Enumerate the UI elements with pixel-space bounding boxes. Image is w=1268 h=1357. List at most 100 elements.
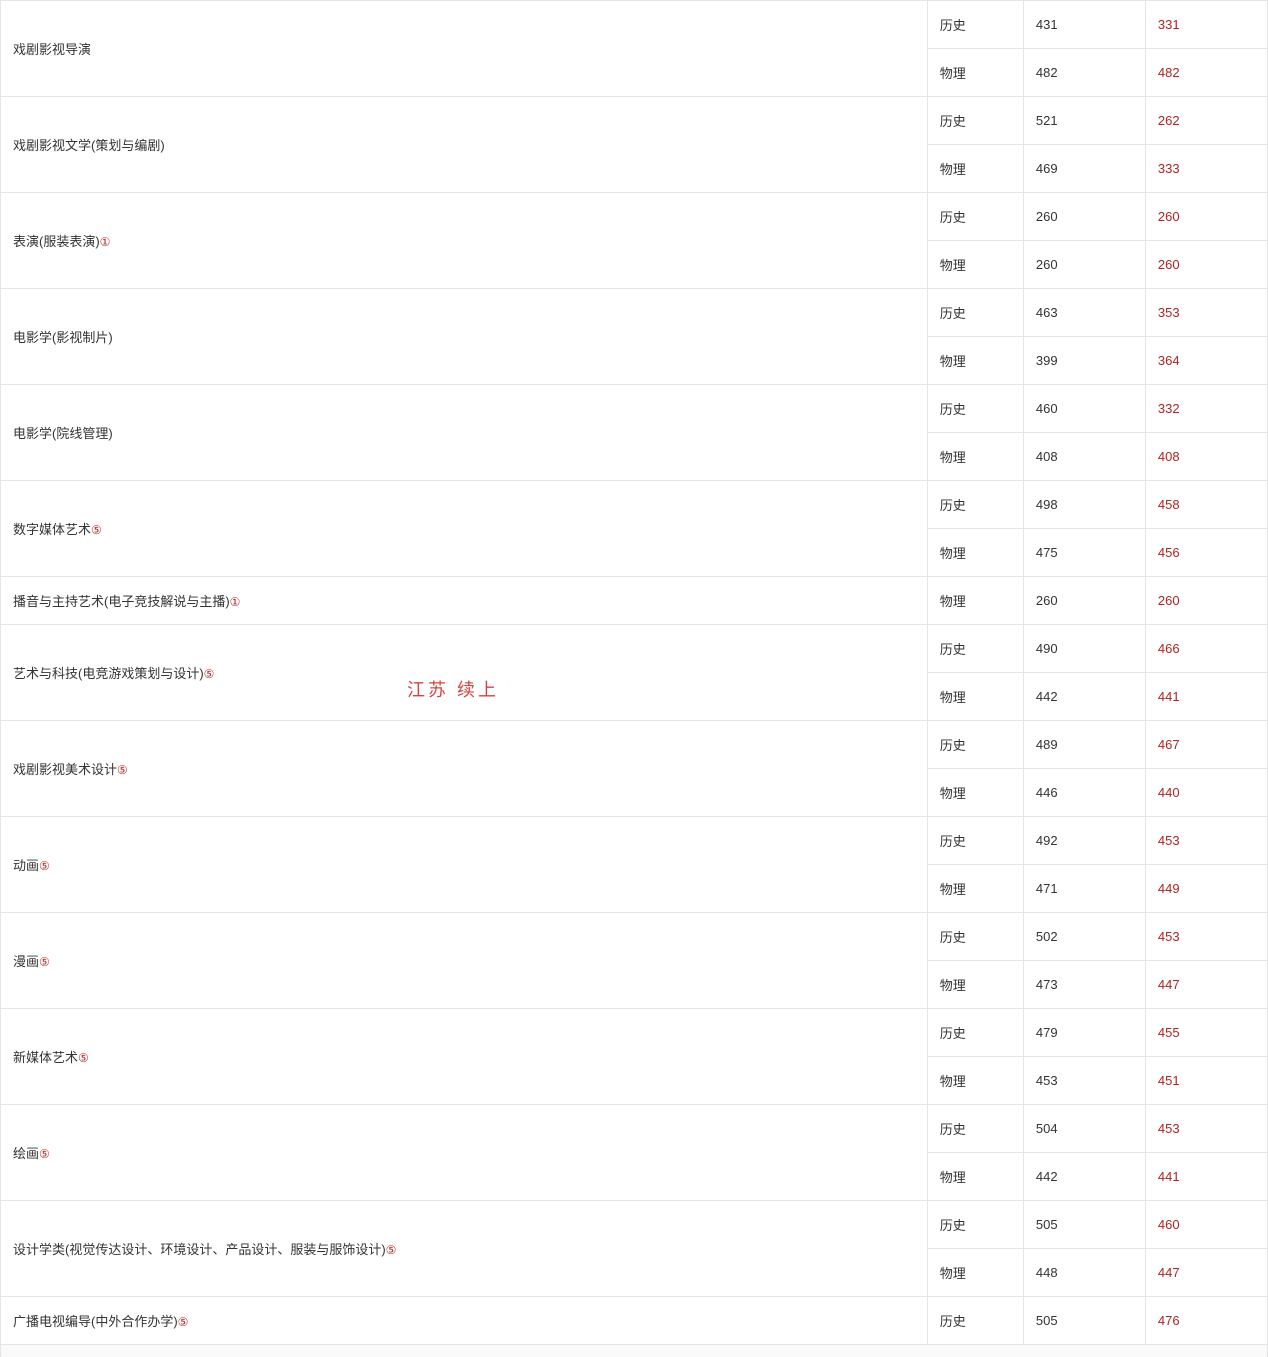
table-row: 表演(服装表演)①历史260260 <box>1 193 1268 241</box>
major-cell: 表演(服装表演)① <box>1 193 928 289</box>
major-cell: 动画⑤ <box>1 817 928 913</box>
subject-cell: 物理 <box>927 1057 1023 1105</box>
major-cell: 艺术与科技(电竞游戏策划与设计)⑤ <box>1 625 928 721</box>
subject-cell: 历史 <box>927 385 1023 433</box>
major-cell: 广播电视编导(中外合作办学)⑤ <box>1 1297 928 1345</box>
score1-cell: 446 <box>1023 769 1145 817</box>
footnote-marker: ⑤ <box>39 1147 50 1161</box>
score2-cell: 447 <box>1145 1249 1267 1297</box>
subject-cell: 历史 <box>927 193 1023 241</box>
score2-cell: 441 <box>1145 1153 1267 1201</box>
subject-cell: 物理 <box>927 1249 1023 1297</box>
major-cell: 戏剧影视导演 <box>1 1 928 97</box>
subject-cell: 历史 <box>927 1 1023 49</box>
score2-cell: 451 <box>1145 1057 1267 1105</box>
footnote-marker: ⑤ <box>39 955 50 969</box>
table-row: 电影学(影视制片)历史463353 <box>1 289 1268 337</box>
score1-cell: 260 <box>1023 577 1145 625</box>
score2-cell: 449 <box>1145 865 1267 913</box>
major-name: 播音与主持艺术(电子竞技解说与主播) <box>13 594 230 609</box>
score2-cell: 260 <box>1145 577 1267 625</box>
score2-cell: 262 <box>1145 97 1267 145</box>
score1-cell: 492 <box>1023 817 1145 865</box>
subject-cell: 历史 <box>927 913 1023 961</box>
scores-table: 戏剧影视导演历史431331物理482482戏剧影视文学(策划与编剧)历史521… <box>0 0 1268 1345</box>
score2-cell: 440 <box>1145 769 1267 817</box>
score2-cell: 476 <box>1145 1297 1267 1345</box>
score2-cell: 458 <box>1145 481 1267 529</box>
score2-cell: 441 <box>1145 673 1267 721</box>
major-name: 艺术与科技(电竞游戏策划与设计) <box>13 666 204 681</box>
subject-cell: 物理 <box>927 49 1023 97</box>
subject-cell: 历史 <box>927 1297 1023 1345</box>
footnote-marker: ⑤ <box>117 763 128 777</box>
table-row: 数字媒体艺术⑤历史498458 <box>1 481 1268 529</box>
major-name: 绘画 <box>13 1146 39 1161</box>
score2-cell: 260 <box>1145 193 1267 241</box>
subject-cell: 物理 <box>927 241 1023 289</box>
subject-cell: 物理 <box>927 961 1023 1009</box>
major-name: 戏剧影视美术设计 <box>13 762 117 777</box>
major-name: 戏剧影视文学(策划与编剧) <box>13 138 165 153</box>
score2-cell: 260 <box>1145 241 1267 289</box>
subject-cell: 物理 <box>927 145 1023 193</box>
subject-cell: 历史 <box>927 817 1023 865</box>
subject-cell: 物理 <box>927 865 1023 913</box>
table-row: 新媒体艺术⑤历史479455 <box>1 1009 1268 1057</box>
score1-cell: 521 <box>1023 97 1145 145</box>
score1-cell: 490 <box>1023 625 1145 673</box>
major-name: 设计学类(视觉传达设计、环境设计、产品设计、服装与服饰设计) <box>13 1242 386 1257</box>
major-cell: 电影学(院线管理) <box>1 385 928 481</box>
subject-cell: 物理 <box>927 433 1023 481</box>
score1-cell: 502 <box>1023 913 1145 961</box>
score2-cell: 467 <box>1145 721 1267 769</box>
score2-cell: 466 <box>1145 625 1267 673</box>
subject-cell: 历史 <box>927 1009 1023 1057</box>
subject-cell: 历史 <box>927 481 1023 529</box>
score2-cell: 460 <box>1145 1201 1267 1249</box>
major-name: 新媒体艺术 <box>13 1050 78 1065</box>
major-cell: 漫画⑤ <box>1 913 928 1009</box>
score1-cell: 408 <box>1023 433 1145 481</box>
table-row: 戏剧影视文学(策划与编剧)历史521262 <box>1 97 1268 145</box>
major-name: 电影学(院线管理) <box>13 426 113 441</box>
score2-cell: 453 <box>1145 1105 1267 1153</box>
score1-cell: 260 <box>1023 241 1145 289</box>
footnote-marker: ① <box>230 595 241 609</box>
subject-cell: 历史 <box>927 97 1023 145</box>
major-name: 电影学(影视制片) <box>13 330 113 345</box>
score1-cell: 260 <box>1023 193 1145 241</box>
score2-cell: 453 <box>1145 913 1267 961</box>
footnote-marker: ① <box>100 235 111 249</box>
score1-cell: 453 <box>1023 1057 1145 1105</box>
table-row: 艺术与科技(电竞游戏策划与设计)⑤历史490466 <box>1 625 1268 673</box>
score1-cell: 471 <box>1023 865 1145 913</box>
major-cell: 戏剧影视文学(策划与编剧) <box>1 97 928 193</box>
score1-cell: 479 <box>1023 1009 1145 1057</box>
subject-cell: 物理 <box>927 529 1023 577</box>
score1-cell: 475 <box>1023 529 1145 577</box>
subject-cell: 历史 <box>927 289 1023 337</box>
subject-cell: 物理 <box>927 673 1023 721</box>
subject-cell: 物理 <box>927 769 1023 817</box>
score1-cell: 460 <box>1023 385 1145 433</box>
score1-cell: 504 <box>1023 1105 1145 1153</box>
major-name: 数字媒体艺术 <box>13 522 91 537</box>
score1-cell: 399 <box>1023 337 1145 385</box>
table-row: 电影学(院线管理)历史460332 <box>1 385 1268 433</box>
table-row: 动画⑤历史492453 <box>1 817 1268 865</box>
score1-cell: 431 <box>1023 1 1145 49</box>
footnote-marker: ⑤ <box>78 1051 89 1065</box>
major-cell: 数字媒体艺术⑤ <box>1 481 928 577</box>
footnote-marker: ⑤ <box>39 859 50 873</box>
score2-cell: 331 <box>1145 1 1267 49</box>
score1-cell: 448 <box>1023 1249 1145 1297</box>
score1-cell: 505 <box>1023 1201 1145 1249</box>
major-cell: 绘画⑤ <box>1 1105 928 1201</box>
score1-cell: 473 <box>1023 961 1145 1009</box>
score2-cell: 364 <box>1145 337 1267 385</box>
table-row: 播音与主持艺术(电子竞技解说与主播)①物理260260 <box>1 577 1268 625</box>
score1-cell: 489 <box>1023 721 1145 769</box>
score2-cell: 333 <box>1145 145 1267 193</box>
major-cell: 设计学类(视觉传达设计、环境设计、产品设计、服装与服饰设计)⑤ <box>1 1201 928 1297</box>
